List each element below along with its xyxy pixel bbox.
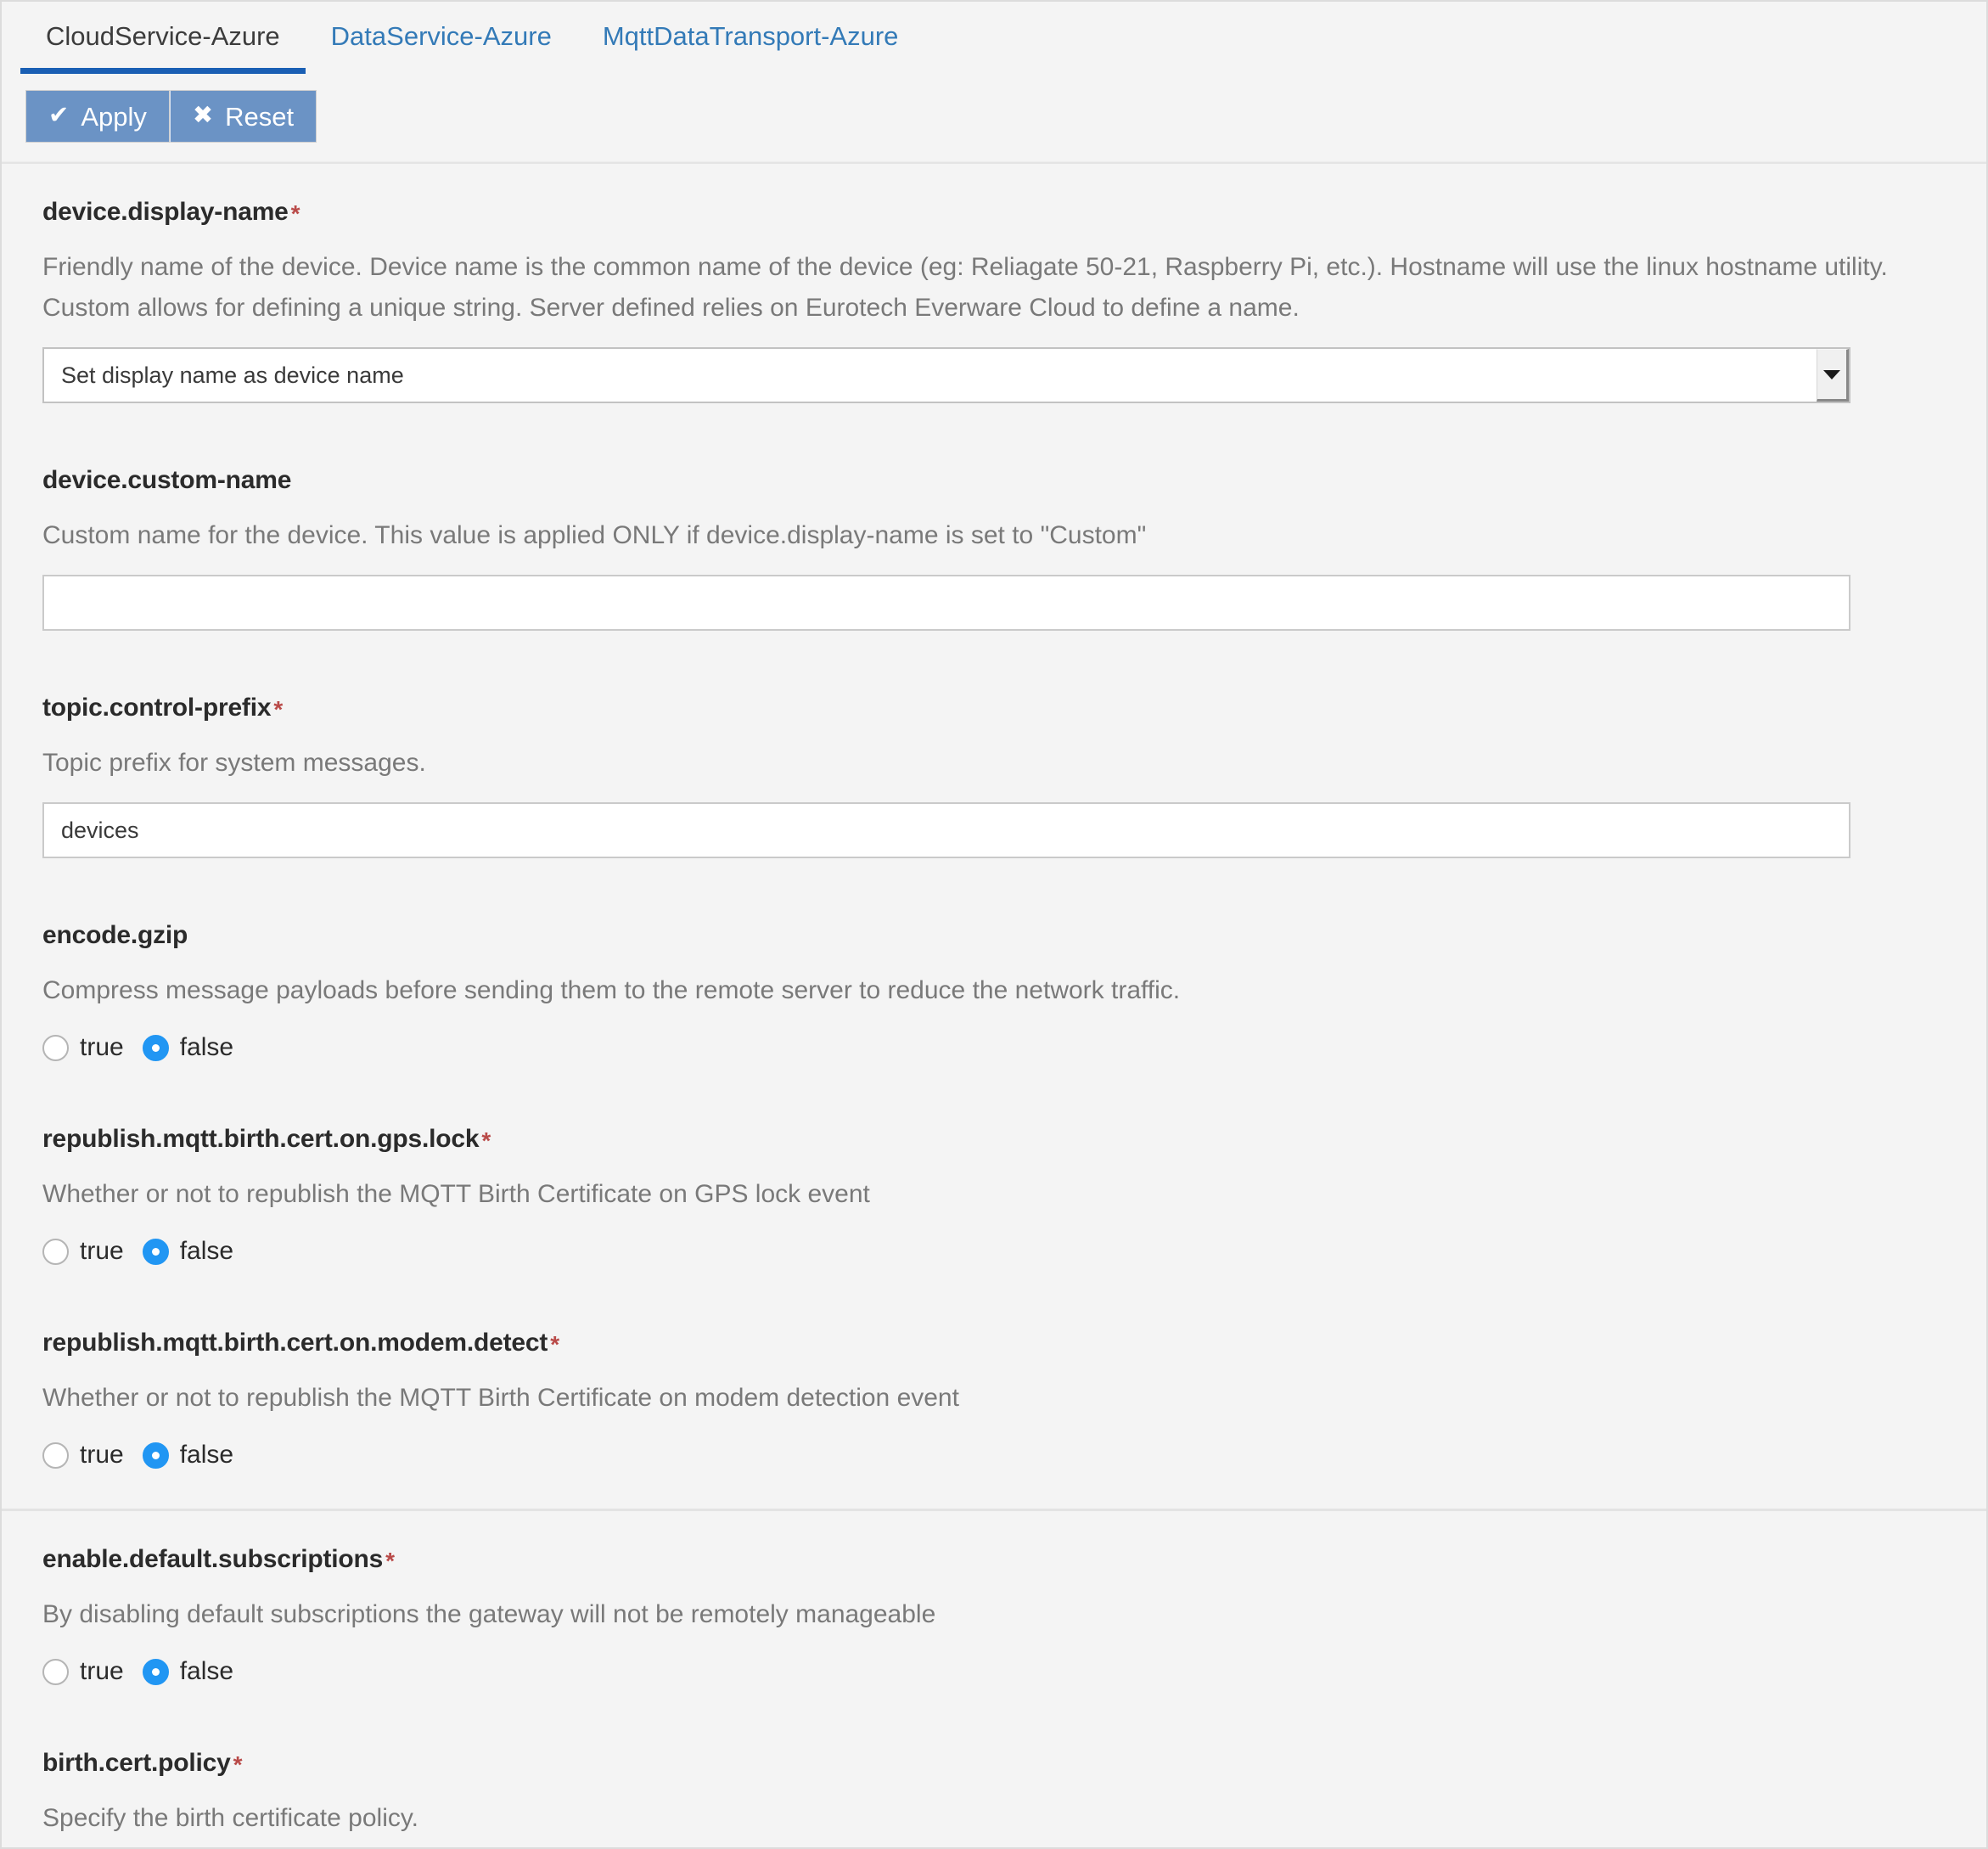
encode-gzip-radio-true[interactable]: true xyxy=(42,1033,124,1062)
configuration-page: CloudService-Azure DataService-Azure Mqt… xyxy=(0,0,1988,1849)
republish-gps-lock-radio-true[interactable]: true xyxy=(42,1237,124,1266)
tab-mqttdatatransport-azure[interactable]: MqttDataTransport-Azure xyxy=(577,2,924,70)
encode-gzip-radio-group: true false xyxy=(42,1011,1946,1062)
field-device-display-name: device.display-name * Friendly name of th… xyxy=(2,164,1986,432)
republish-modem-detect-radio-group: true false xyxy=(42,1419,1946,1470)
action-toolbar: ✔ Apply ✖ Reset xyxy=(2,75,1986,161)
radio-label: false xyxy=(179,1441,234,1469)
chevron-down-icon[interactable] xyxy=(1817,349,1849,402)
tab-cloudservice-azure[interactable]: CloudService-Azure xyxy=(20,2,306,74)
reset-button[interactable]: ✖ Reset xyxy=(169,90,317,143)
topic-control-prefix-input[interactable] xyxy=(42,802,1850,858)
required-marker: * xyxy=(273,696,284,722)
radio-icon[interactable] xyxy=(42,1658,69,1685)
field-republish-gps-lock: republish.mqtt.birth.cert.on.gps.lock * W… xyxy=(2,1091,1986,1295)
reset-button-label: Reset xyxy=(225,101,295,132)
radio-icon[interactable] xyxy=(42,1442,69,1469)
encode-gzip-radio-false[interactable]: false xyxy=(142,1033,234,1062)
device-display-name-select[interactable]: Set display name as device name xyxy=(42,347,1850,403)
radio-label: true xyxy=(80,1657,124,1685)
required-marker: * xyxy=(385,1548,395,1574)
republish-modem-detect-radio-true[interactable]: true xyxy=(42,1441,124,1470)
radio-label: false xyxy=(179,1657,234,1685)
republish-gps-lock-radio-group: true false xyxy=(42,1215,1946,1266)
field-description: Specify the birth certificate policy. xyxy=(42,1804,418,1832)
field-label: republish.mqtt.birth.cert.on.modem.detec… xyxy=(42,1329,559,1357)
device-custom-name-input[interactable] xyxy=(42,575,1850,631)
tab-bar: CloudService-Azure DataService-Azure Mqt… xyxy=(2,2,1986,75)
field-enable-default-subscriptions: enable.default.subscriptions * By disabli… xyxy=(2,1511,1986,1715)
field-label: birth.cert.policy * xyxy=(42,1749,243,1778)
radio-icon-selected[interactable] xyxy=(142,1238,169,1265)
field-description: Compress message payloads before sending… xyxy=(42,976,1181,1004)
radio-icon-selected[interactable] xyxy=(142,1442,169,1469)
radio-label: true xyxy=(80,1237,124,1265)
field-description: Topic prefix for system messages. xyxy=(42,749,426,777)
field-encode-gzip: encode.gzip Compress message payloads be… xyxy=(2,887,1986,1091)
republish-gps-lock-radio-false[interactable]: false xyxy=(142,1237,234,1266)
tab-dataservice-azure[interactable]: DataService-Azure xyxy=(306,2,577,70)
check-icon: ✔ xyxy=(48,101,70,129)
republish-modem-detect-radio-false[interactable]: false xyxy=(142,1441,234,1470)
enable-default-subscriptions-radio-group: true false xyxy=(42,1635,1946,1686)
radio-icon-selected[interactable] xyxy=(142,1658,169,1685)
required-marker: * xyxy=(290,200,300,227)
cross-icon: ✖ xyxy=(192,101,214,129)
enable-default-subscriptions-radio-false[interactable]: false xyxy=(142,1657,234,1686)
tab-label: MqttDataTransport-Azure xyxy=(602,21,899,51)
radio-label: true xyxy=(80,1033,124,1061)
field-label: topic.control-prefix * xyxy=(42,694,284,722)
field-republish-modem-detect: republish.mqtt.birth.cert.on.modem.detec… xyxy=(2,1295,1986,1509)
field-label: encode.gzip xyxy=(42,921,188,949)
apply-button[interactable]: ✔ Apply xyxy=(25,90,170,143)
field-label: republish.mqtt.birth.cert.on.gps.lock * xyxy=(42,1125,491,1154)
select-value: Set display name as device name xyxy=(61,362,404,388)
config-section-primary: device.display-name * Friendly name of th… xyxy=(2,164,1986,1509)
radio-icon-selected[interactable] xyxy=(142,1034,169,1061)
field-label: device.display-name * xyxy=(42,198,300,227)
field-description: Friendly name of the device. Device name… xyxy=(42,253,1888,322)
field-birth-cert-policy: birth.cert.policy * Specify the birth cer… xyxy=(2,1715,1986,1847)
apply-button-label: Apply xyxy=(81,101,147,132)
required-marker: * xyxy=(550,1331,559,1357)
field-description: By disabling default subscriptions the g… xyxy=(42,1600,936,1628)
field-description: Custom name for the device. This value i… xyxy=(42,521,1147,549)
enable-default-subscriptions-radio-true[interactable]: true xyxy=(42,1657,124,1686)
required-marker: * xyxy=(481,1127,491,1154)
radio-icon[interactable] xyxy=(42,1238,69,1265)
radio-label: false xyxy=(179,1033,234,1061)
required-marker: * xyxy=(233,1751,243,1778)
radio-icon[interactable] xyxy=(42,1034,69,1061)
field-description: Whether or not to republish the MQTT Bir… xyxy=(42,1180,870,1208)
field-label: device.custom-name xyxy=(42,466,292,494)
config-section-secondary: enable.default.subscriptions * By disabli… xyxy=(2,1509,1986,1847)
field-topic-control-prefix: topic.control-prefix * Topic prefix for s… xyxy=(2,660,1986,887)
radio-label: false xyxy=(179,1237,234,1265)
tab-label: DataService-Azure xyxy=(330,21,552,51)
tab-label: CloudService-Azure xyxy=(46,21,280,51)
field-device-custom-name: device.custom-name Custom name for the d… xyxy=(2,432,1986,660)
field-description: Whether or not to republish the MQTT Bir… xyxy=(42,1384,959,1412)
field-label: enable.default.subscriptions * xyxy=(42,1545,395,1574)
radio-label: true xyxy=(80,1441,124,1469)
